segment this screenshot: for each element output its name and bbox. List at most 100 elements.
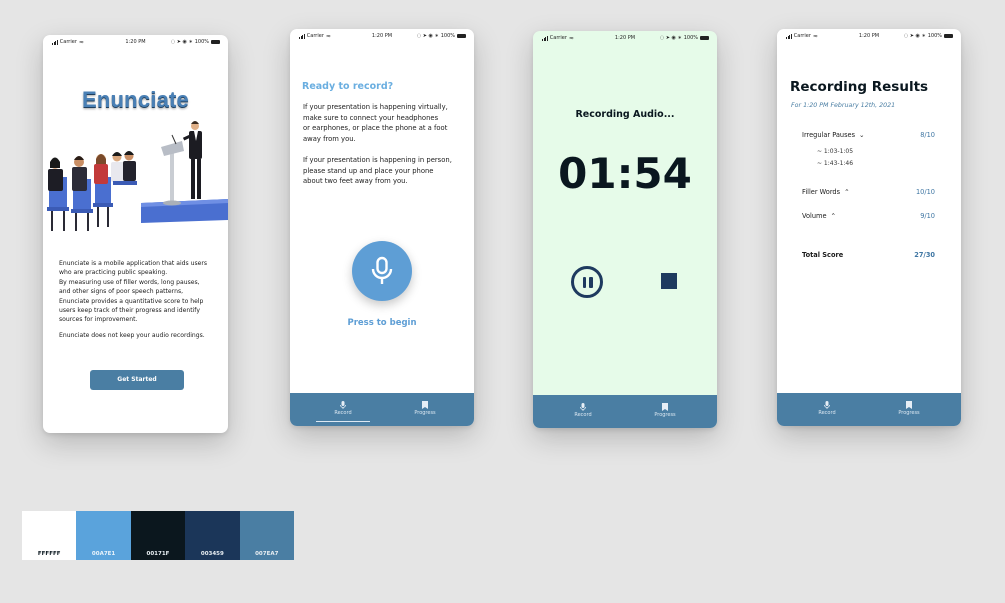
result-label: Filler Words [802, 188, 841, 196]
start-recording-button[interactable] [352, 241, 412, 301]
color-swatch: 007EA7 [239, 511, 294, 560]
pause-timestamp: ~ 1:03-1:05 [817, 148, 854, 155]
battery-percent: 100% [440, 33, 455, 39]
microphone-icon [371, 256, 393, 284]
tab-progress[interactable]: Progress [395, 401, 455, 416]
battery-percent: 100% [683, 35, 698, 41]
color-swatch: 003459 [185, 511, 240, 560]
press-to-begin-label: Press to begin [347, 318, 417, 328]
welcome-screen: Carrier ≈ 1:20 PM ◌ ➤ ◉ ∗ 100% Enunciate [43, 35, 228, 433]
instruction-line: away from you. [303, 134, 356, 143]
pause-timestamp: ~ 1:43-1:46 [817, 160, 854, 167]
active-tab-indicator [316, 420, 370, 422]
result-score: 9/10 [920, 212, 935, 220]
privacy-note: Enunciate does not keep your audio recor… [59, 332, 205, 339]
instruction-line: please stand up and place your phone [303, 166, 434, 175]
result-row-volume: Volume ⌃ 9/10 [802, 212, 935, 220]
instruction-line: about two feet away from you. [303, 177, 408, 185]
expand-toggle[interactable]: Irregular Pauses ⌄ [802, 131, 865, 139]
public-speaking-illustration [47, 121, 228, 231]
results-screen: Carrier ≈ 1:20 PM ◌ ➤ ◉ ∗ 100% Recording… [777, 29, 961, 426]
battery-icon [457, 34, 466, 38]
virtual-instructions: If your presentation is happening virtua… [303, 102, 463, 144]
microphone-icon [340, 401, 346, 409]
tab-record[interactable]: Record [797, 401, 857, 416]
desc-line: Enunciate is a mobile application that a… [59, 260, 208, 267]
chevron-down-icon: ⌄ [859, 131, 865, 139]
total-score-label: Total Score [802, 251, 844, 259]
tab-record-label: Record [818, 410, 836, 416]
tab-record-label: Record [574, 412, 592, 418]
desc-line: sources for improvement. [59, 316, 138, 324]
swatch-hex: 007EA7 [255, 551, 279, 557]
tab-progress[interactable]: Progress [635, 403, 695, 418]
instruction-line: make sure to connect your headphones [303, 113, 439, 122]
instruction-line: If your presentation is happening virtua… [303, 103, 448, 111]
color-palette: FFFFFF 00A7E1 00171F 003459 007EA7 [22, 511, 294, 560]
page-title: Ready to record? [302, 81, 394, 92]
result-score: 10/10 [915, 188, 935, 196]
status-icons: ◌ ➤ ◉ ∗ [170, 39, 193, 45]
get-started-button[interactable]: Get Started [90, 370, 184, 390]
battery-percent: 100% [194, 39, 209, 45]
status-icons: ◌ ➤ ◉ ∗ [416, 33, 439, 39]
result-row-irregular-pauses: Irregular Pauses ⌄ 8/10 [802, 131, 935, 139]
in-person-instructions: If your presentation is happening in per… [303, 155, 463, 187]
status-icons: ◌ ➤ ◉ ∗ [659, 35, 682, 41]
battery-percent: 100% [927, 33, 942, 39]
color-swatch: 00171F [130, 511, 186, 560]
battery-icon [211, 40, 220, 44]
tab-record[interactable]: Record [553, 403, 613, 418]
tab-progress[interactable]: Progress [879, 401, 939, 416]
app-logo: Enunciate [82, 87, 189, 112]
total-score-row: Total Score 27/30 [802, 251, 935, 259]
expand-toggle[interactable]: Volume ⌃ [802, 212, 836, 220]
recording-timer: 01:54 [558, 149, 692, 198]
status-bar: Carrier ≈ 1:20 PM ◌ ➤ ◉ ∗ 100% [43, 35, 228, 49]
bottom-nav: Record Progress [777, 393, 961, 426]
tab-progress-label: Progress [414, 410, 436, 416]
chevron-up-icon: ⌃ [830, 212, 837, 220]
desc-line: Enunciate provides a quantitative score … [59, 297, 204, 305]
tab-progress-label: Progress [898, 410, 920, 416]
recording-date: For 1:20 PM February 12th, 2021 [791, 102, 896, 109]
status-bar: Carrier ≈ 1:20 PM ◌ ➤ ◉ ∗ 100% [533, 31, 717, 45]
chevron-up-icon: ⌃ [844, 188, 850, 196]
bottom-nav: Record Progress [533, 395, 717, 428]
bookmark-icon [422, 401, 428, 409]
result-label: Volume [802, 212, 827, 220]
status-bar: Carrier ≈ 1:20 PM ◌ ➤ ◉ ∗ 100% [777, 29, 961, 43]
pause-icon [589, 277, 593, 288]
total-score-value: 27/30 [914, 251, 935, 259]
microphone-icon [580, 403, 586, 411]
result-score: 8/10 [920, 131, 935, 139]
page-title: Recording Results [790, 79, 929, 95]
tab-progress-label: Progress [654, 412, 676, 418]
battery-icon [944, 34, 953, 38]
tab-record-label: Record [334, 410, 352, 416]
stop-button[interactable] [661, 273, 677, 289]
expand-toggle[interactable]: Filler Words ⌃ [802, 188, 850, 196]
desc-line: and other signs of poor speech patterns, [59, 288, 184, 296]
ready-to-record-screen: Carrier ≈ 1:20 PM ◌ ➤ ◉ ∗ 100% Ready to … [290, 29, 474, 426]
app-description: Enunciate is a mobile application that a… [59, 259, 217, 325]
pause-button[interactable] [571, 266, 603, 298]
swatch-hex: 00A7E1 [91, 551, 116, 557]
recording-status-title: Recording Audio... [575, 109, 675, 120]
instruction-line: If your presentation is happening in per… [303, 156, 452, 164]
tab-record[interactable]: Record [313, 401, 373, 416]
desc-line: who are practicing public speaking. [59, 269, 168, 277]
bookmark-icon [906, 401, 912, 409]
result-row-filler-words: Filler Words ⌃ 10/10 [802, 188, 935, 196]
battery-icon [700, 36, 709, 40]
bottom-nav: Record Progress [290, 393, 474, 426]
swatch-hex: FFFFFF [37, 551, 61, 557]
microphone-icon [824, 401, 830, 409]
status-bar: Carrier ≈ 1:20 PM ◌ ➤ ◉ ∗ 100% [290, 29, 474, 43]
result-label: Irregular Pauses [802, 131, 856, 139]
swatch-hex: 003459 [200, 551, 224, 557]
recording-screen: Carrier ≈ 1:20 PM ◌ ➤ ◉ ∗ 100% Recording… [533, 31, 717, 428]
swatch-hex: 00171F [146, 551, 170, 557]
bookmark-icon [662, 403, 668, 411]
desc-line: users keep track of their progress and i… [59, 307, 200, 315]
